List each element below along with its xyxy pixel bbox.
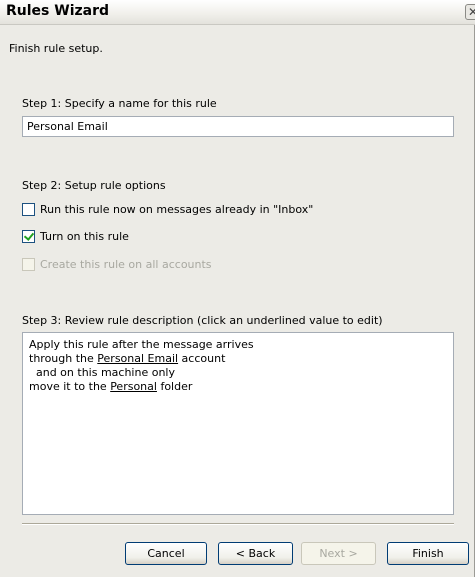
step2-label: Step 2: Setup rule options xyxy=(22,179,166,192)
rule-description-box: Apply this rule after the message arrive… xyxy=(22,332,454,515)
cancel-button[interactable]: Cancel xyxy=(125,542,207,565)
folder-link[interactable]: Personal xyxy=(110,380,157,393)
desc-text: folder xyxy=(156,380,193,393)
title-bar: Rules Wizard ✕ xyxy=(0,0,475,25)
run-now-checkbox[interactable] xyxy=(22,202,35,216)
option-turn-on[interactable]: Turn on this rule xyxy=(22,228,129,244)
step1-label: Step 1: Specify a name for this rule xyxy=(22,97,217,110)
desc-line: and on this machine only xyxy=(29,366,175,379)
rules-wizard-dialog: Rules Wizard ✕ Finish rule setup. Step 1… xyxy=(0,0,475,577)
turn-on-checkbox[interactable] xyxy=(22,229,35,243)
desc-text: through the xyxy=(29,352,98,365)
desc-line: through the Personal Email account xyxy=(29,352,447,366)
rule-name-input[interactable]: Personal Email xyxy=(22,116,454,137)
turn-on-label: Turn on this rule xyxy=(40,229,129,243)
desc-text: account xyxy=(178,352,226,365)
intro-text: Finish rule setup. xyxy=(9,42,103,55)
run-now-label: Run this rule now on messages already in… xyxy=(40,202,314,216)
desc-line: Apply this rule after the message arrive… xyxy=(29,338,254,351)
finish-button[interactable]: Finish xyxy=(387,542,469,565)
divider xyxy=(22,523,454,525)
close-icon[interactable]: ✕ xyxy=(465,4,475,20)
option-run-now[interactable]: Run this rule now on messages already in… xyxy=(22,201,313,217)
desc-text: move it to the xyxy=(29,380,111,393)
option-all-accounts: Create this rule on all accounts xyxy=(22,256,212,272)
back-button[interactable]: < Back xyxy=(218,542,293,565)
step3-label: Step 3: Review rule description (click a… xyxy=(22,314,383,327)
desc-line: move it to the Personal folder xyxy=(29,380,447,394)
all-accounts-label: Create this rule on all accounts xyxy=(40,257,212,271)
rule-name-value: Personal Email xyxy=(27,120,108,133)
account-link[interactable]: Personal Email xyxy=(97,352,178,365)
dialog-title: Rules Wizard xyxy=(6,3,110,19)
all-accounts-checkbox xyxy=(22,257,35,271)
next-button: Next > xyxy=(301,542,376,565)
